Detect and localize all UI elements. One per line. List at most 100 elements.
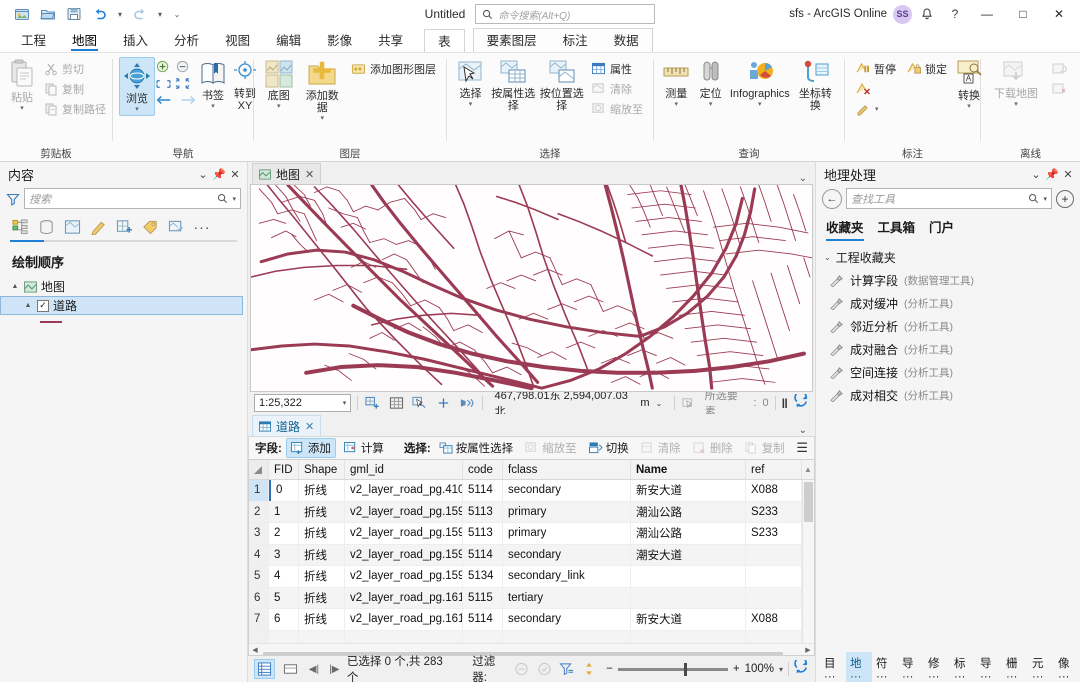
zoom-to-selection-button[interactable]: 缩放至 [587,99,647,118]
list-by-labeling-icon[interactable] [140,217,160,237]
chevron-down-icon[interactable]: ⌄ [799,173,815,184]
dock-tab-guide[interactable]: 导··· [976,652,1002,682]
cell-fid[interactable]: 0 [269,480,299,501]
cell-ref[interactable]: S233 [746,523,802,544]
add-point-icon[interactable] [435,394,452,412]
dock-tab-image[interactable]: 像··· [1054,652,1080,682]
next-record-icon[interactable]: |▶ [327,664,342,675]
zoom-level-dropdown-icon[interactable]: ▾ [779,665,783,674]
chevron-down-icon[interactable]: ⌄ [195,165,211,183]
avatar[interactable]: SS [893,4,912,24]
cell-fclass[interactable]: secondary [503,544,631,565]
cell-code[interactable]: 5134 [463,566,503,587]
show-selected-records-icon[interactable] [536,660,553,678]
close-icon[interactable]: ✕ [305,420,314,433]
geoprocessing-search-input[interactable]: 查找工具 ▾ [846,188,1052,209]
dock-tab-metadata[interactable]: 元··· [1028,652,1054,682]
cell-fclass[interactable]: secondary_link [503,566,631,587]
ribbon-tab-data[interactable]: 数据 [601,29,652,52]
column-header-code[interactable]: code [463,460,503,479]
dock-tab-navigation[interactable]: 导··· [898,652,924,682]
fixed-zoom-in-icon[interactable] [155,59,172,76]
cell-fid[interactable]: 1 [269,501,299,522]
pause-labeling-button[interactable]: 暂停 [851,59,900,78]
dock-tab-symbology[interactable]: 符··· [872,652,898,682]
expand-arrow-icon[interactable]: ▲ [23,302,33,309]
question-icon[interactable]: ? [942,2,968,26]
sort-icon[interactable] [580,660,597,678]
tool-item-near[interactable]: 邻近分析 (分析工具) [816,315,1080,338]
list-by-editing-icon[interactable] [88,217,108,237]
ribbon-tab-insert[interactable]: 插入 [110,29,161,52]
forward-extent-icon[interactable] [179,93,197,107]
cell-fclass[interactable]: primary [503,501,631,522]
explore-dropdown-icon[interactable]: ▾ [135,106,139,113]
create-fishnet-icon[interactable] [364,394,381,412]
chevron-down-icon[interactable]: ⌄ [799,425,815,436]
copy-button[interactable]: 复制 [40,79,110,98]
contents-search-dropdown-icon[interactable]: ▾ [232,195,236,203]
label-style-button[interactable]: ▾ [851,99,951,118]
copy-selection-button[interactable]: 复制 [741,439,789,457]
zoom-to-selection-table-button[interactable]: 缩放至 [521,439,581,457]
lock-labels-button[interactable]: 锁定 [902,59,951,78]
next-extent-icon[interactable] [174,77,191,90]
search-icon[interactable] [217,193,228,204]
contents-search-input[interactable]: 搜索 ▾ [24,188,241,209]
coordinate-conversion-button[interactable]: 坐标转换 [793,57,838,114]
cell-code[interactable]: 5114 [463,544,503,565]
column-header-ref[interactable]: ref [746,460,802,479]
map-scale-selector[interactable]: 1:25,322 ▾ [254,394,352,412]
measure-dropdown-icon[interactable]: ▾ [674,101,678,108]
undo-dropdown-icon[interactable]: ▾ [114,3,126,25]
scroll-left-icon[interactable]: ◀ [249,646,261,654]
column-header-fid[interactable]: FID [269,460,299,479]
cell-fclass[interactable] [503,630,631,643]
redo-icon[interactable] [128,3,152,25]
delete-selection-button[interactable]: 删除 [689,439,737,457]
ribbon-tab-edit[interactable]: 编辑 [263,29,314,52]
cell-name[interactable]: 新安大道 [631,609,746,630]
tool-item-pairwise-intersect[interactable]: 成对相交 (分析工具) [816,384,1080,407]
grid-icon[interactable] [388,394,405,412]
clear-selection-table-button[interactable]: 清除 [637,439,685,457]
hamburger-icon[interactable]: ☰ [796,440,808,456]
cell-fid[interactable]: 5 [269,587,299,608]
form-view-icon[interactable] [280,659,301,679]
cell-fclass[interactable]: tertiary [503,587,631,608]
ribbon-tab-imagery[interactable]: 影像 [314,29,365,52]
list-by-drawing-order-icon[interactable] [10,217,30,237]
cell-fid[interactable]: 6 [269,609,299,630]
basemap-dropdown-icon[interactable]: ▾ [277,103,281,110]
attribute-table-tab[interactable]: 道路 ✕ [252,415,322,436]
refresh-icon[interactable] [794,657,809,678]
cell-code[interactable]: 5114 [463,609,503,630]
dock-tab-labeling[interactable]: 标··· [950,652,976,682]
redo-dropdown-icon[interactable]: ▾ [154,3,166,25]
tab-favorites[interactable]: 收藏夹 [826,217,864,241]
command-search-box[interactable]: 命令搜索(Alt+Q) [475,4,656,24]
convert-labels-dropdown-icon[interactable]: ▾ [967,103,971,110]
cell-gml-id[interactable]: v2_layer_road_pg.1597... [345,523,463,544]
chevron-down-icon[interactable]: ▾ [343,399,347,407]
list-by-selection-icon[interactable] [62,217,82,237]
cell-ref[interactable] [746,630,802,643]
tool-item-pairwise-buffer[interactable]: 成对缓冲 (分析工具) [816,292,1080,315]
cell-code[interactable]: 5113 [463,501,503,522]
select-dropdown-icon[interactable]: ▾ [469,101,473,108]
cell-shape[interactable]: 折线 [299,544,345,565]
label-style-dropdown-icon[interactable]: ▾ [875,105,879,113]
column-header-fclass[interactable]: fclass [503,460,631,479]
ribbon-tab-analysis[interactable]: 分析 [161,29,212,52]
tool-item-calculate-field[interactable]: 计算字段 (数据管理工具) [816,269,1080,292]
add-field-button[interactable]: 添加 [285,438,336,458]
dock-tab-raster[interactable]: 栅··· [1002,652,1028,682]
cell-fid[interactable] [269,630,299,643]
cell-gml-id[interactable]: v2_layer_road_pg.1597... [345,544,463,565]
cell-shape[interactable]: 折线 [299,587,345,608]
cell-shape[interactable]: 折线 [299,480,345,501]
grid-horizontal-scrollbar[interactable]: ◀ ▶ [249,643,814,655]
grid-vertical-scrollbar[interactable] [802,480,814,643]
cell-gml-id[interactable]: v2_layer_road_pg.41050 [345,480,463,501]
paste-button[interactable]: 粘贴 ▾ [6,57,38,114]
